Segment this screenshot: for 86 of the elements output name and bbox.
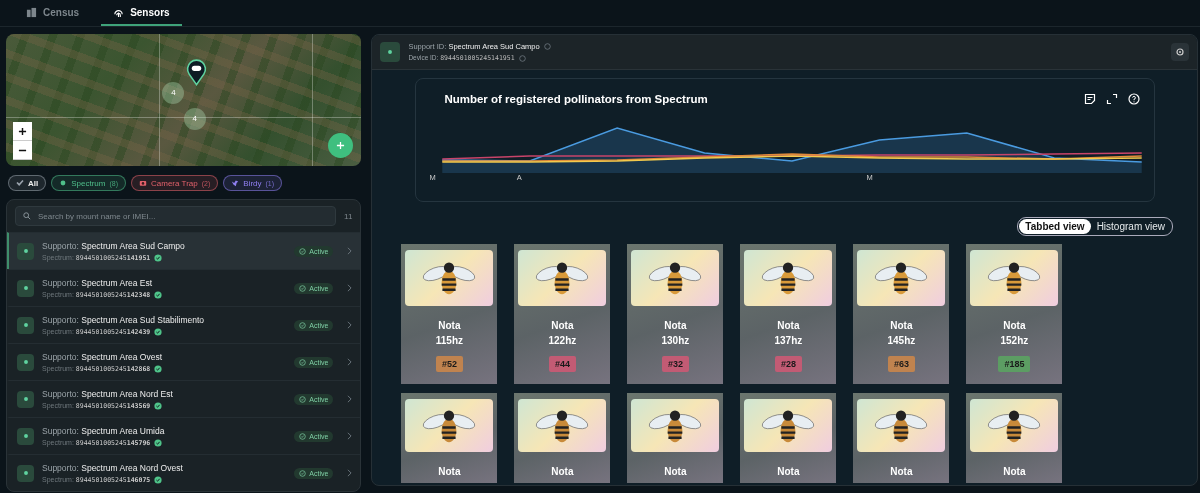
nav-tab[interactable]: Sensors (101, 0, 182, 26)
frequency-label: 137hz (774, 335, 803, 346)
sensor-name: Supporto: Spectrum Area Ovest (42, 351, 164, 362)
frequency-label: 145hz (887, 335, 916, 346)
pollinator-card[interactable]: Nota (401, 393, 498, 483)
pollinator-card[interactable]: Nota (514, 393, 611, 483)
sensor-icon (17, 316, 34, 334)
card-title: Nota (777, 320, 800, 331)
chevron-right-icon (347, 321, 353, 329)
verified-check-icon (154, 253, 163, 262)
plus-icon (336, 141, 346, 150)
sensor-name: Supporto: Spectrum Area Est (42, 277, 154, 288)
pollinator-card[interactable]: Nota (853, 393, 950, 483)
cluster-marker[interactable]: 4 (183, 107, 206, 130)
sensor-icon (17, 353, 34, 371)
chevron-right-icon (347, 469, 353, 477)
settings-button[interactable] (1171, 43, 1189, 61)
sensor-name: Supporto: Spectrum Area Nord Est (42, 388, 174, 399)
chevron-right-icon (347, 284, 353, 292)
pollinator-card[interactable]: Nota 145hz #63 (853, 244, 950, 384)
sensor-name: Supporto: Spectrum Area Sud Campo (42, 240, 186, 251)
view-toggle[interactable]: Histogram view (1090, 219, 1171, 234)
card-title: Nota (1003, 320, 1026, 331)
card-title: Nota (664, 320, 687, 331)
count-badge: #52 (435, 356, 463, 372)
search-field[interactable]: Search by mount name or IMEI... (15, 206, 337, 226)
zoom-in-button[interactable] (13, 122, 32, 141)
pollinator-card[interactable]: Nota 152hz #185 (966, 244, 1063, 384)
sensor-name: Supporto: Spectrum Area Sud Stabilimento (42, 314, 206, 325)
building-icon (26, 6, 37, 18)
chevron-right-icon (347, 247, 353, 255)
result-count: 11 (344, 211, 353, 221)
verified-check-icon (154, 364, 163, 373)
verified-check-icon (154, 475, 163, 484)
cluster-marker[interactable]: 4 (162, 81, 185, 104)
count-badge: #44 (548, 356, 576, 372)
chevron-right-icon (347, 358, 353, 366)
pollinator-card[interactable]: Nota (740, 393, 837, 483)
note-icon[interactable] (1084, 93, 1097, 105)
chart-title: Number of registered pollinators from Spectrum (444, 93, 708, 105)
sensor-icon (17, 464, 34, 482)
pollinator-card[interactable]: Nota 122hz #44 (514, 244, 611, 384)
frequency-label: 152hz (1000, 335, 1029, 346)
frequency-label: 122hz (548, 335, 577, 346)
card-title: Nota (551, 466, 574, 477)
add-button[interactable] (328, 133, 354, 158)
sensor-icon (17, 279, 34, 297)
verified-check-icon (154, 327, 163, 336)
card-title: Nota (551, 320, 574, 331)
chevron-right-icon (347, 432, 353, 440)
count-badge: #32 (661, 356, 689, 372)
verified-check-icon (154, 401, 163, 410)
frequency-label: 130hz (661, 335, 690, 346)
map-pin-icon[interactable] (186, 58, 207, 86)
card-title: Nota (438, 466, 461, 477)
frequency-label: 115hz (435, 335, 463, 346)
count-badge: #63 (887, 356, 915, 372)
sensor-icon (17, 390, 34, 408)
pollinator-card[interactable]: Nota 130hz #32 (627, 244, 724, 384)
sensor-icon (380, 42, 401, 62)
card-title: Nota (777, 466, 800, 477)
chevron-right-icon (347, 395, 353, 403)
filter-chip[interactable]: All (8, 175, 47, 191)
sensor-name: Supporto: Spectrum Area Umida (42, 425, 166, 436)
card-title: Nota (664, 466, 687, 477)
pollinator-card[interactable]: Nota 137hz #28 (740, 244, 837, 384)
card-title: Nota (890, 320, 913, 331)
pollinator-card[interactable]: Nota (966, 393, 1063, 483)
expand-icon[interactable] (1106, 93, 1119, 105)
sensor-icon (17, 242, 34, 260)
verified-check-icon (154, 438, 163, 447)
satellite-map-placeholder[interactable]: 4 4 (6, 34, 362, 166)
card-title: Nota (438, 320, 461, 331)
view-toggle[interactable]: Tabbed view (1019, 219, 1091, 234)
pollinator-card[interactable]: Nota (627, 393, 724, 483)
plus-icon (18, 126, 27, 136)
sensor-name: Supporto: Spectrum Area Nord Ovest (42, 462, 184, 473)
card-title: Nota (890, 466, 913, 477)
pollinator-card[interactable]: Nota 115hz #52 (401, 244, 498, 384)
card-title: Nota (1003, 466, 1026, 477)
sensor-icon (17, 427, 34, 445)
count-badge: #28 (774, 356, 802, 372)
count-badge: #185 (998, 356, 1031, 372)
nav-tab[interactable]: Census (14, 0, 92, 26)
settings-icon (1175, 47, 1185, 57)
verified-check-icon (154, 290, 163, 299)
